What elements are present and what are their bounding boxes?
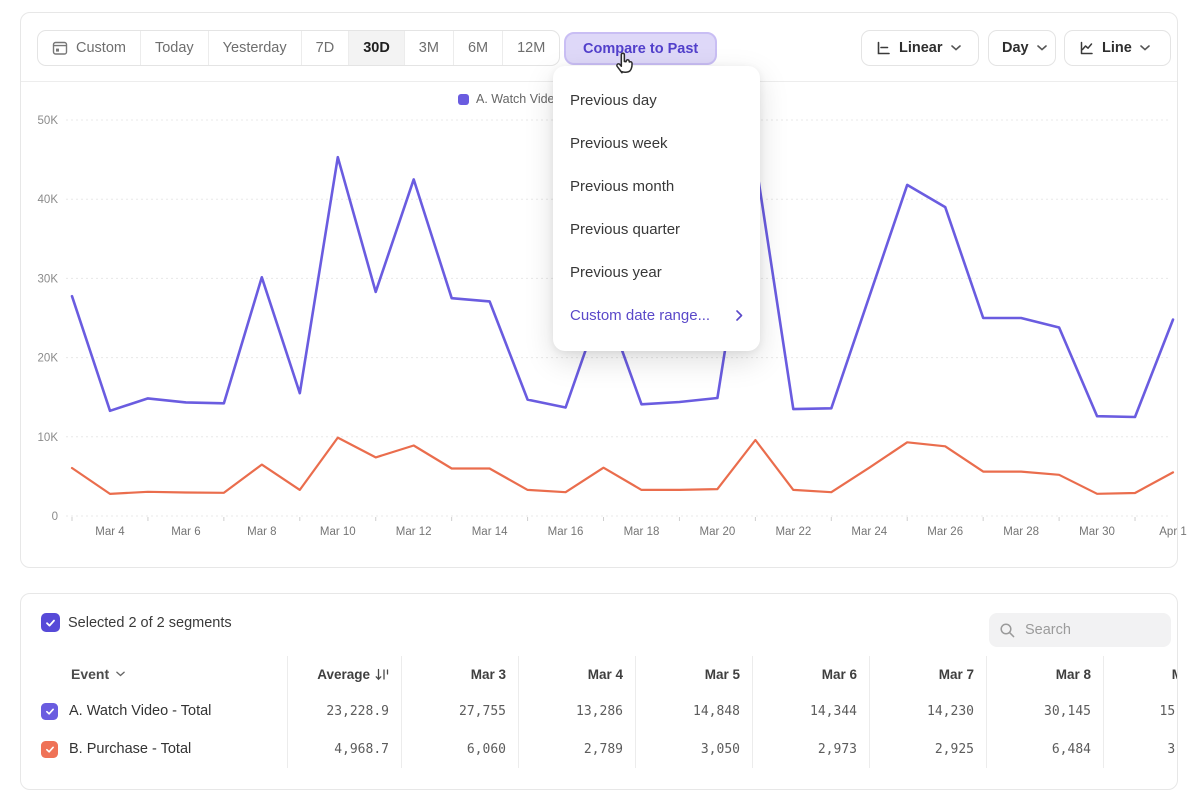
line-chart-icon: [1078, 40, 1094, 56]
value-cell: 13,286: [518, 692, 635, 730]
value-cell: 2,973: [752, 730, 869, 768]
selected-segments-label: Selected 2 of 2 segments: [68, 615, 232, 631]
search-icon: [999, 622, 1016, 639]
segments-panel: Selected 2 of 2 segments Event Average: [20, 593, 1178, 790]
value-cell: 30,145: [986, 692, 1103, 730]
preset-custom[interactable]: Custom: [38, 31, 140, 65]
column-header-average[interactable]: Average: [287, 656, 401, 692]
preset-label: Custom: [76, 40, 126, 56]
preset-today[interactable]: Today: [140, 31, 208, 65]
preset-30d-active[interactable]: 30D: [348, 31, 404, 65]
sort-descending-icon: [375, 667, 389, 682]
row-checkbox[interactable]: [41, 703, 58, 720]
event-cell: A. Watch Video - Total: [21, 692, 287, 730]
menu-item-previous-week[interactable]: Previous week: [553, 122, 760, 165]
chevron-down-icon: [951, 45, 961, 51]
value-cell: 27,755: [401, 692, 518, 730]
event-cell: B. Purchase - Total: [21, 730, 287, 768]
check-icon: [45, 707, 55, 716]
compare-to-past-button[interactable]: Compare to Past: [564, 32, 717, 65]
preset-7d[interactable]: 7D: [301, 31, 349, 65]
menu-item-previous-year[interactable]: Previous year: [553, 251, 760, 294]
interval-dropdown-button[interactable]: Day: [988, 30, 1056, 66]
value-cell: 6,484: [986, 730, 1103, 768]
menu-item-previous-day[interactable]: Previous day: [553, 79, 760, 122]
chevron-right-icon: [736, 310, 743, 321]
table-row-watch-video[interactable]: A. Watch Video - Total 23,228.9 27,75513…: [21, 692, 1178, 730]
value-cell: 2,789: [518, 730, 635, 768]
date-range-segmented-control: Custom Today Yesterday 7D 30D 3M 6M 12M: [37, 30, 560, 66]
value-cell: 14,848: [635, 692, 752, 730]
row-checkbox[interactable]: [41, 741, 58, 758]
value-cell: 3,: [1103, 730, 1178, 768]
column-header-date[interactable]: Mar 7: [869, 656, 986, 692]
check-icon: [45, 745, 55, 754]
chevron-down-icon: [1037, 45, 1047, 51]
value-cell: 14,344: [752, 692, 869, 730]
value-cell: 14,230: [869, 692, 986, 730]
calendar-icon: [52, 40, 68, 56]
search-box: [989, 613, 1171, 647]
table-row-purchase[interactable]: B. Purchase - Total 4,968.7 6,0602,7893,…: [21, 730, 1178, 768]
preset-12m[interactable]: 12M: [502, 31, 559, 65]
event-label: A. Watch Video - Total: [69, 703, 211, 719]
value-cell: 6,060: [401, 730, 518, 768]
chart-type-dropdown-button[interactable]: Line: [1064, 30, 1171, 66]
analytics-dashboard: Custom Today Yesterday 7D 30D 3M 6M 12M …: [0, 0, 1200, 802]
table-header-row: Event Average Mar 3Mar 4Mar 5Mar 6Mar 7M…: [21, 656, 1178, 692]
value-cell: 15,: [1103, 692, 1178, 730]
average-cell: 23,228.9: [287, 692, 401, 730]
menu-item-previous-month[interactable]: Previous month: [553, 165, 760, 208]
preset-3m[interactable]: 3M: [404, 31, 453, 65]
column-header-date[interactable]: Mar 5: [635, 656, 752, 692]
column-header-date[interactable]: Mar 4: [518, 656, 635, 692]
series-a-swatch: [458, 94, 469, 105]
column-header-date[interactable]: Mar 6: [752, 656, 869, 692]
preset-yesterday[interactable]: Yesterday: [208, 31, 301, 65]
column-header-date[interactable]: M: [1103, 656, 1178, 692]
menu-item-previous-quarter[interactable]: Previous quarter: [553, 208, 760, 251]
chevron-down-icon: [1140, 45, 1150, 51]
column-header-date[interactable]: Mar 3: [401, 656, 518, 692]
event-label: B. Purchase - Total: [69, 741, 191, 757]
check-icon: [45, 618, 56, 628]
value-cell: 3,050: [635, 730, 752, 768]
axis-scale-icon: [875, 40, 891, 56]
scale-dropdown-button[interactable]: Linear: [861, 30, 979, 66]
compare-to-past-menu: Previous day Previous week Previous mont…: [553, 66, 760, 351]
column-header-event[interactable]: Event: [21, 656, 287, 692]
chevron-down-icon: [116, 671, 125, 677]
select-all-checkbox[interactable]: [41, 613, 60, 632]
menu-item-custom-date-range[interactable]: Custom date range...: [553, 294, 760, 337]
value-cell: 2,925: [869, 730, 986, 768]
legend-item-watch-video[interactable]: A. Watch Video: [458, 92, 561, 106]
column-header-date[interactable]: Mar 8: [986, 656, 1103, 692]
segments-table: Event Average Mar 3Mar 4Mar 5Mar 6Mar 7M…: [21, 656, 1178, 768]
average-cell: 4,968.7: [287, 730, 401, 768]
preset-6m[interactable]: 6M: [453, 31, 502, 65]
search-input[interactable]: [1025, 622, 1155, 638]
